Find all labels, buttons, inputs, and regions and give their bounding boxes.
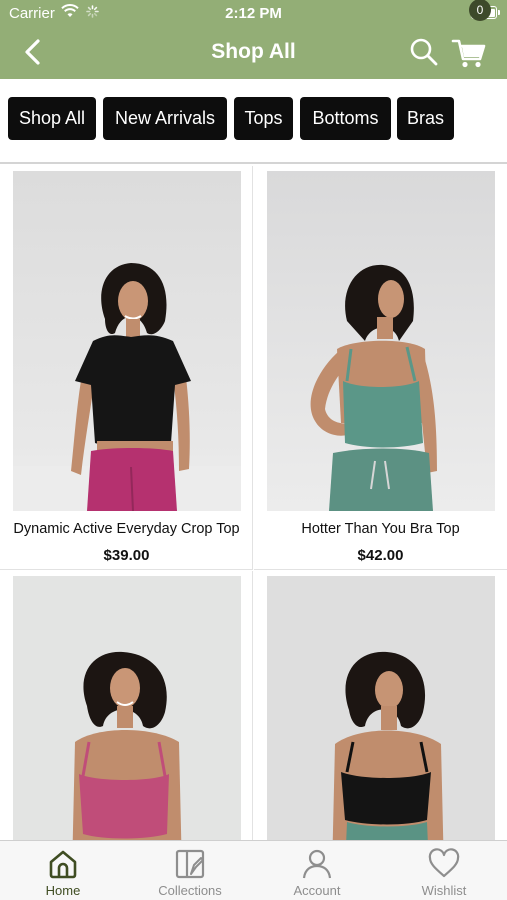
product-photo-black-bra-top [267, 576, 495, 840]
cart-button[interactable] [450, 34, 490, 70]
status-time: 2:12 PM [225, 5, 282, 22]
home-icon [49, 850, 77, 879]
product-image[interactable] [13, 576, 241, 840]
navigation-bar: Shop All [0, 28, 507, 76]
tab-label: Wishlist [421, 883, 467, 898]
product-image[interactable] [13, 171, 241, 511]
tab-collections[interactable]: Collections [127, 841, 253, 900]
product-card[interactable]: Hotter Than You Bra Top $42.00 [254, 166, 507, 570]
product-card[interactable] [254, 571, 507, 840]
tab-wishlist[interactable]: Wishlist [381, 841, 507, 900]
tab-home[interactable]: Home [0, 841, 126, 900]
product-image[interactable] [267, 576, 495, 840]
category-chip-new-arrivals[interactable]: New Arrivals [103, 97, 227, 140]
cart-icon [451, 39, 486, 68]
category-chip-shop-all[interactable]: Shop All [8, 97, 96, 140]
product-card[interactable]: Dynamic Active Everyday Crop Top $39.00 [0, 166, 253, 570]
shop-screen: Carrier 2:12 PM Shop All 0 Shop All New … [0, 0, 507, 900]
account-icon [302, 849, 332, 879]
product-grid: Dynamic Active Everyday Crop Top $39.00 [0, 166, 507, 840]
tab-label: Collections [158, 883, 222, 898]
category-chip-bottoms[interactable]: Bottoms [300, 97, 391, 140]
category-chip-bras[interactable]: Bras [397, 97, 454, 140]
product-name: Dynamic Active Everyday Crop Top [13, 521, 240, 537]
cart-count-badge: 0 [469, 0, 491, 21]
collections-icon [175, 849, 205, 879]
tab-label: Home [45, 883, 81, 898]
category-filter-bar: Shop All New Arrivals Tops Bottoms Bras [0, 79, 507, 164]
search-button[interactable] [408, 36, 440, 68]
heart-icon [428, 848, 460, 878]
tab-label: Account [293, 883, 341, 898]
category-chip-tops[interactable]: Tops [234, 97, 293, 140]
product-photo-black-crop-top [13, 171, 241, 511]
status-bar: Carrier 2:12 PM [0, 0, 507, 26]
product-card[interactable] [0, 571, 253, 840]
search-icon [410, 38, 438, 66]
product-price: $42.00 [357, 547, 404, 564]
tab-account[interactable]: Account [254, 841, 380, 900]
product-photo-teal-bra-top [267, 171, 495, 511]
product-image[interactable] [267, 171, 495, 511]
product-photo-pink-bra-top [13, 576, 241, 840]
bottom-tab-bar: Home Collections Account Wishlist [0, 840, 507, 900]
app-header: Carrier 2:12 PM Shop All 0 [0, 0, 507, 79]
product-name: Hotter Than You Bra Top [301, 521, 460, 537]
product-price: $39.00 [103, 547, 150, 564]
